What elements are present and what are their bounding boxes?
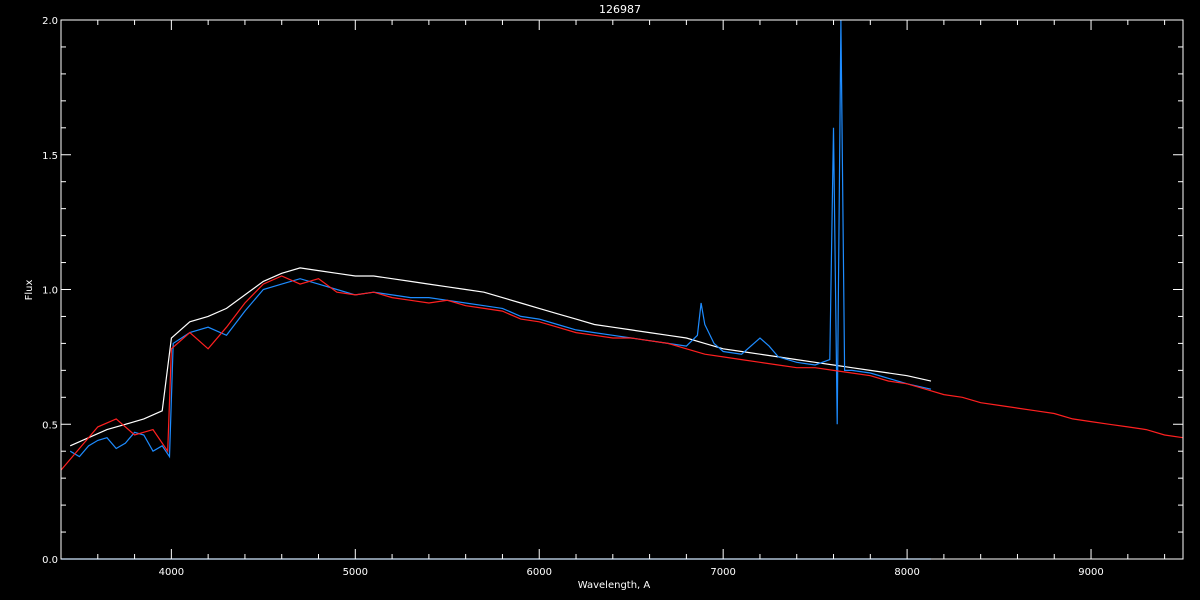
series-line-1 xyxy=(69,19,932,459)
spectrum-chart: 126987 Wavelength, A Flux 4000 5000 6000 70… xyxy=(24,3,1184,591)
series-layer xyxy=(60,19,1184,560)
x-tick-label: 4000 xyxy=(159,567,184,578)
y-tick-label: 1.0 xyxy=(42,286,58,297)
x-tick-label: 6000 xyxy=(527,567,552,578)
x-tick-label: 5000 xyxy=(343,567,368,578)
x-tick-label: 8000 xyxy=(894,567,919,578)
y-axis-label: Flux xyxy=(24,280,35,301)
chart-title: 126987 xyxy=(599,3,641,16)
x-tick-label: 7000 xyxy=(710,567,735,578)
x-tick-label: 9000 xyxy=(1078,567,1103,578)
y-tick-label: 0.5 xyxy=(42,420,58,431)
series-line-0 xyxy=(69,267,932,447)
y-tick-label: 0.0 xyxy=(42,555,58,566)
axes-layer: 4000 5000 6000 7000 8000 9000 0.0 0.5 1.0 1.5 2.0 xyxy=(42,16,1184,578)
plot-frame xyxy=(60,19,1184,560)
x-axis-label: Wavelength, A xyxy=(578,580,651,591)
y-tick-label: 1.5 xyxy=(42,151,58,162)
series-line-2 xyxy=(60,275,1184,471)
y-tick-label: 2.0 xyxy=(42,16,58,27)
